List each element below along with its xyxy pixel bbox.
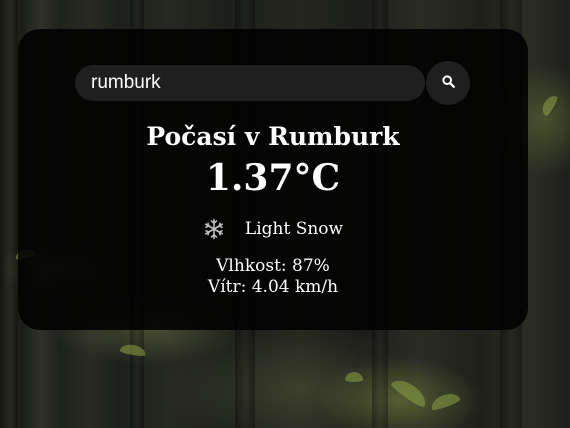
weather-condition: Light Snow: [18, 218, 528, 240]
search-icon: [441, 75, 455, 91]
search-button[interactable]: [426, 61, 470, 105]
snowflake-icon: [203, 218, 225, 240]
weather-description: Light Snow: [244, 219, 344, 239]
city-title: Počasí v Rumburk: [146, 122, 400, 151]
weather-card: Počasí v Rumburk 1.37°C Light Snow Vlh: [18, 29, 528, 330]
humidity: Vlhkost: 87%: [216, 256, 330, 276]
search-input[interactable]: [75, 65, 425, 101]
wind-speed: Vítr: 4.04 km/h: [207, 277, 339, 297]
weather-details: Vlhkost: 87% Vítr: 4.04 km/h: [18, 256, 528, 298]
search-bar: [75, 61, 470, 105]
temperature: 1.37°C: [205, 157, 341, 199]
